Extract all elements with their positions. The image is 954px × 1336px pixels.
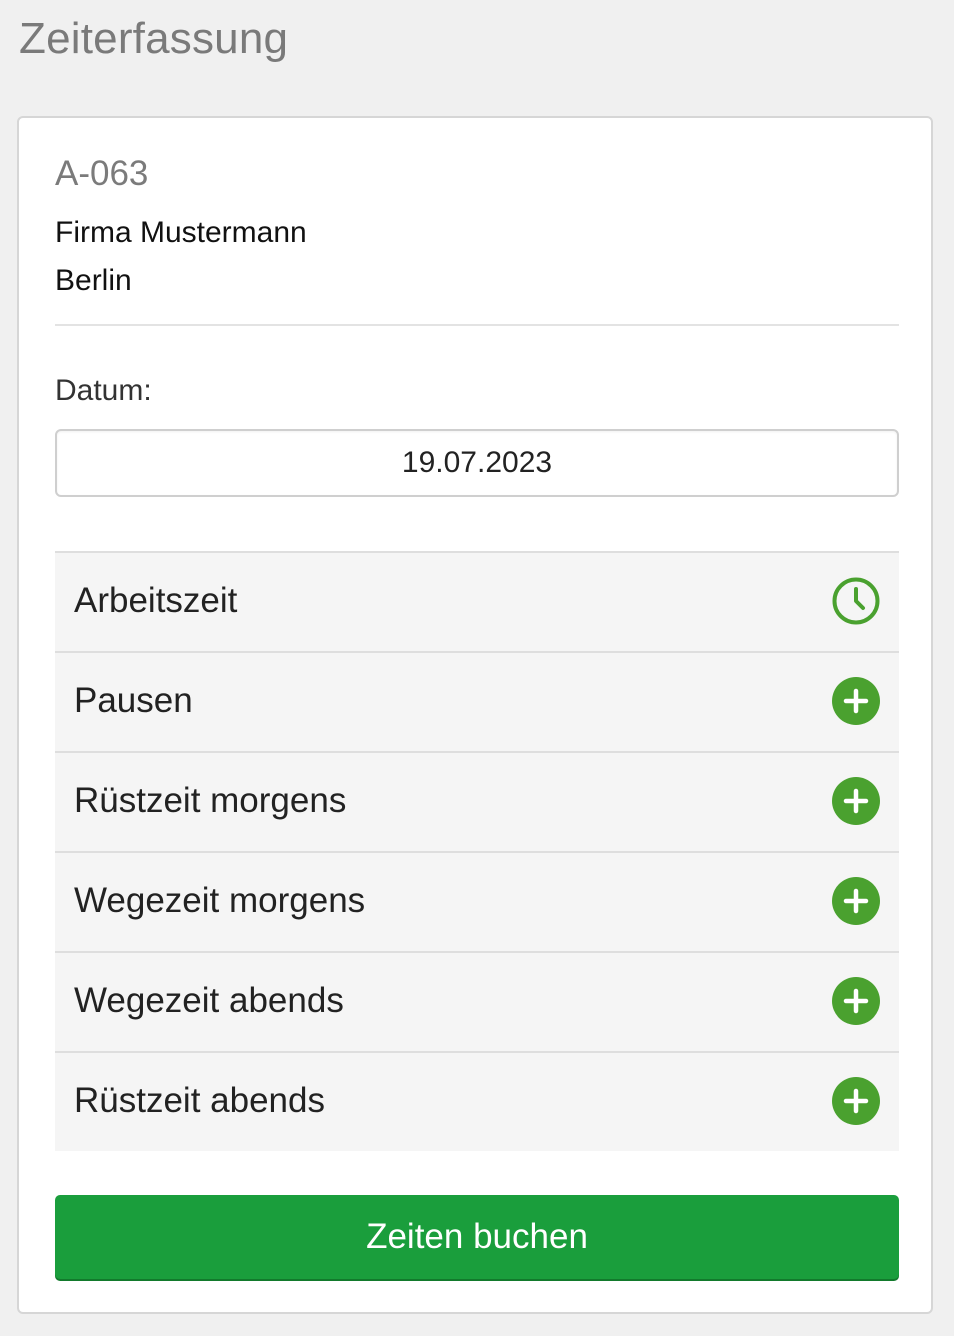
time-entry-label: Rüstzeit morgens [74,781,347,820]
company-name: Firma Mustermann [55,216,307,249]
time-entry-list: Arbeitszeit Pausen Rüstzeit morgens Wege… [55,551,899,1151]
book-times-button[interactable]: Zeiten buchen [55,1195,899,1279]
plus-circle-icon[interactable] [831,1076,881,1126]
divider [55,324,899,326]
time-entry-pausen[interactable]: Pausen [55,653,899,753]
time-entry-label: Wegezeit morgens [74,881,366,920]
plus-circle-icon[interactable] [831,976,881,1026]
clock-icon[interactable] [831,576,881,626]
time-entry-arbeitszeit[interactable]: Arbeitszeit [55,553,899,653]
time-entry-label: Pausen [74,681,193,720]
time-entry-wegezeit-morgens[interactable]: Wegezeit morgens [55,853,899,953]
plus-circle-icon[interactable] [831,676,881,726]
page-title: Zeiterfassung [19,14,289,63]
order-card: A-063 Firma Mustermann Berlin Datum: Arb… [17,116,933,1314]
time-entry-wegezeit-abends[interactable]: Wegezeit abends [55,953,899,1053]
company-city: Berlin [55,264,132,297]
time-entry-ruestzeit-morgens[interactable]: Rüstzeit morgens [55,753,899,853]
date-label: Datum: [55,374,152,407]
plus-circle-icon[interactable] [831,776,881,826]
time-entry-label: Wegezeit abends [74,981,344,1020]
time-entry-ruestzeit-abends[interactable]: Rüstzeit abends [55,1053,899,1151]
date-input[interactable] [55,429,899,497]
time-entry-label: Rüstzeit abends [74,1081,325,1120]
time-entry-label: Arbeitszeit [74,581,238,620]
plus-circle-icon[interactable] [831,876,881,926]
order-number: A-063 [55,154,149,193]
